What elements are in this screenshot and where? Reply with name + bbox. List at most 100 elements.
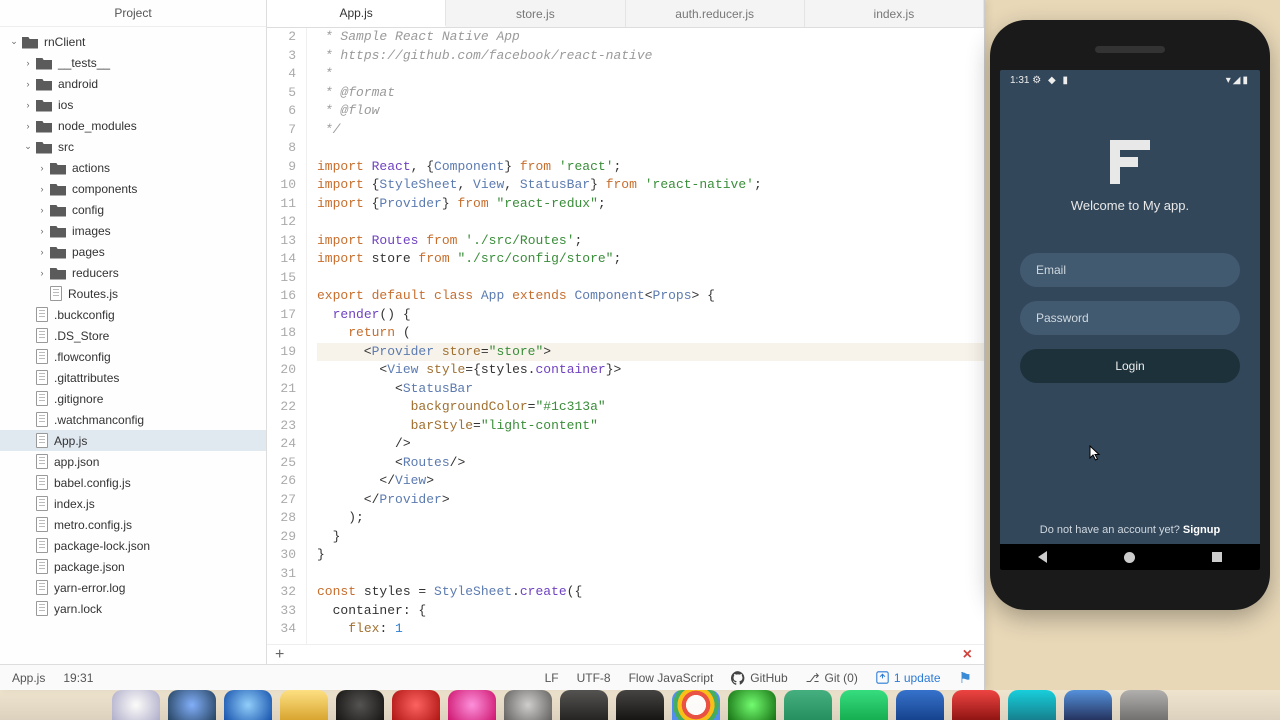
dock-app-icon[interactable] [840, 690, 888, 720]
editor-tab[interactable]: index.js [805, 0, 984, 27]
file-row[interactable]: package.json [0, 556, 266, 577]
code-line[interactable] [317, 139, 984, 158]
folder-row[interactable]: ›__tests__ [0, 52, 266, 73]
code-line[interactable]: import {StyleSheet, View, StatusBar} fro… [317, 176, 984, 195]
chevron-right-icon[interactable]: › [22, 120, 34, 132]
code-line[interactable]: ); [317, 509, 984, 528]
dock-terminal-icon[interactable] [616, 690, 664, 720]
home-button[interactable] [1124, 552, 1135, 563]
folder-row[interactable]: ›pages [0, 241, 266, 262]
file-row[interactable]: .flowconfig [0, 346, 266, 367]
dock-notes-icon[interactable] [280, 690, 328, 720]
code-line[interactable]: const styles = StyleSheet.create({ [317, 583, 984, 602]
new-tab-button[interactable]: + [275, 646, 284, 664]
dock-app-icon[interactable] [728, 690, 776, 720]
dock-app-icon[interactable] [952, 690, 1000, 720]
close-tab-icon[interactable]: × [963, 646, 972, 664]
chevron-right-icon[interactable]: › [22, 78, 34, 90]
code-line[interactable]: * https://github.com/facebook/react-nati… [317, 47, 984, 66]
code-line[interactable]: } [317, 528, 984, 547]
dock-chrome-icon[interactable] [672, 690, 720, 720]
chevron-right-icon[interactable]: › [36, 246, 48, 258]
code-line[interactable]: flex: 1 [317, 620, 984, 639]
chevron-right-icon[interactable]: › [36, 267, 48, 279]
folder-row[interactable]: ›reducers [0, 262, 266, 283]
folder-row[interactable]: ›components [0, 178, 266, 199]
code-line[interactable]: render() { [317, 306, 984, 325]
chevron-right-icon[interactable]: › [22, 57, 34, 69]
file-row[interactable]: yarn.lock [0, 598, 266, 619]
file-row[interactable]: babel.config.js [0, 472, 266, 493]
chevron-down-icon[interactable]: ⌄ [22, 141, 34, 153]
recents-button[interactable] [1212, 552, 1222, 562]
code-line[interactable]: /> [317, 435, 984, 454]
status-git[interactable]: Git (0) [806, 671, 858, 685]
code-line[interactable]: <View style={styles.container}> [317, 361, 984, 380]
code-line[interactable]: </View> [317, 472, 984, 491]
code-line[interactable]: * Sample React Native App [317, 28, 984, 47]
file-row[interactable]: .gitattributes [0, 367, 266, 388]
code-line[interactable]: * @format [317, 84, 984, 103]
code-line[interactable]: barStyle="light-content" [317, 417, 984, 436]
file-row[interactable]: App.js [0, 430, 266, 451]
status-cursor-pos[interactable]: 19:31 [63, 671, 93, 685]
file-row[interactable]: metro.config.js [0, 514, 266, 535]
status-squirrel-icon[interactable]: ⚑ [959, 669, 972, 687]
code-line[interactable]: backgroundColor="#1c313a" [317, 398, 984, 417]
code-line[interactable] [317, 565, 984, 584]
code-line[interactable]: } [317, 546, 984, 565]
folder-row[interactable]: ›actions [0, 157, 266, 178]
login-button[interactable]: Login [1020, 349, 1240, 383]
code-editor[interactable]: 2345678910111213141516171819202122232425… [267, 28, 984, 644]
code-line[interactable]: <Routes/> [317, 454, 984, 473]
chevron-right-icon[interactable]: › [22, 99, 34, 111]
code-line[interactable]: <StatusBar [317, 380, 984, 399]
folder-row[interactable]: ›config [0, 199, 266, 220]
file-row[interactable]: Routes.js [0, 283, 266, 304]
file-row[interactable]: .watchmanconfig [0, 409, 266, 430]
dock-app-icon[interactable] [1008, 690, 1056, 720]
file-row[interactable]: yarn-error.log [0, 577, 266, 598]
dock-app-icon[interactable] [560, 690, 608, 720]
code-line[interactable] [317, 213, 984, 232]
file-row[interactable]: .gitignore [0, 388, 266, 409]
editor-tab[interactable]: store.js [446, 0, 625, 27]
status-update[interactable]: 1 update [876, 671, 941, 685]
folder-row[interactable]: ⌄src [0, 136, 266, 157]
file-row[interactable]: .buckconfig [0, 304, 266, 325]
code-line[interactable]: return ( [317, 324, 984, 343]
code-line[interactable]: */ [317, 121, 984, 140]
back-button[interactable] [1038, 551, 1047, 563]
folder-row[interactable]: ›node_modules [0, 115, 266, 136]
chevron-right-icon[interactable]: › [36, 183, 48, 195]
dock-app-icon[interactable] [168, 690, 216, 720]
code-line[interactable]: * [317, 65, 984, 84]
email-field[interactable]: Email [1020, 253, 1240, 287]
file-row[interactable]: .DS_Store [0, 325, 266, 346]
dock-app-icon[interactable] [392, 690, 440, 720]
dock-settings-icon[interactable] [504, 690, 552, 720]
code-line[interactable]: container: { [317, 602, 984, 621]
dock-trash-icon[interactable] [1120, 690, 1168, 720]
code-line[interactable]: <Provider store="store"> [317, 343, 984, 362]
code-line[interactable] [317, 269, 984, 288]
status-encoding[interactable]: UTF-8 [577, 671, 611, 685]
code-line[interactable]: import Routes from './src/Routes'; [317, 232, 984, 251]
file-row[interactable]: package-lock.json [0, 535, 266, 556]
editor-tab[interactable]: App.js [267, 0, 446, 27]
dock-finder-icon[interactable] [112, 690, 160, 720]
folder-row[interactable]: ⌄rnClient [0, 31, 266, 52]
file-row[interactable]: app.json [0, 451, 266, 472]
code-line[interactable]: import React, {Component} from 'react'; [317, 158, 984, 177]
dock-safari-icon[interactable] [224, 690, 272, 720]
code-line[interactable]: </Provider> [317, 491, 984, 510]
dock-app-icon[interactable] [336, 690, 384, 720]
password-field[interactable]: Password [1020, 301, 1240, 335]
chevron-right-icon[interactable]: › [36, 225, 48, 237]
status-github[interactable]: GitHub [731, 671, 787, 685]
signup-link[interactable]: Signup [1183, 524, 1220, 536]
code-line[interactable]: export default class App extends Compone… [317, 287, 984, 306]
chevron-right-icon[interactable]: › [36, 204, 48, 216]
code-line[interactable]: import {Provider} from "react-redux"; [317, 195, 984, 214]
folder-row[interactable]: ›ios [0, 94, 266, 115]
